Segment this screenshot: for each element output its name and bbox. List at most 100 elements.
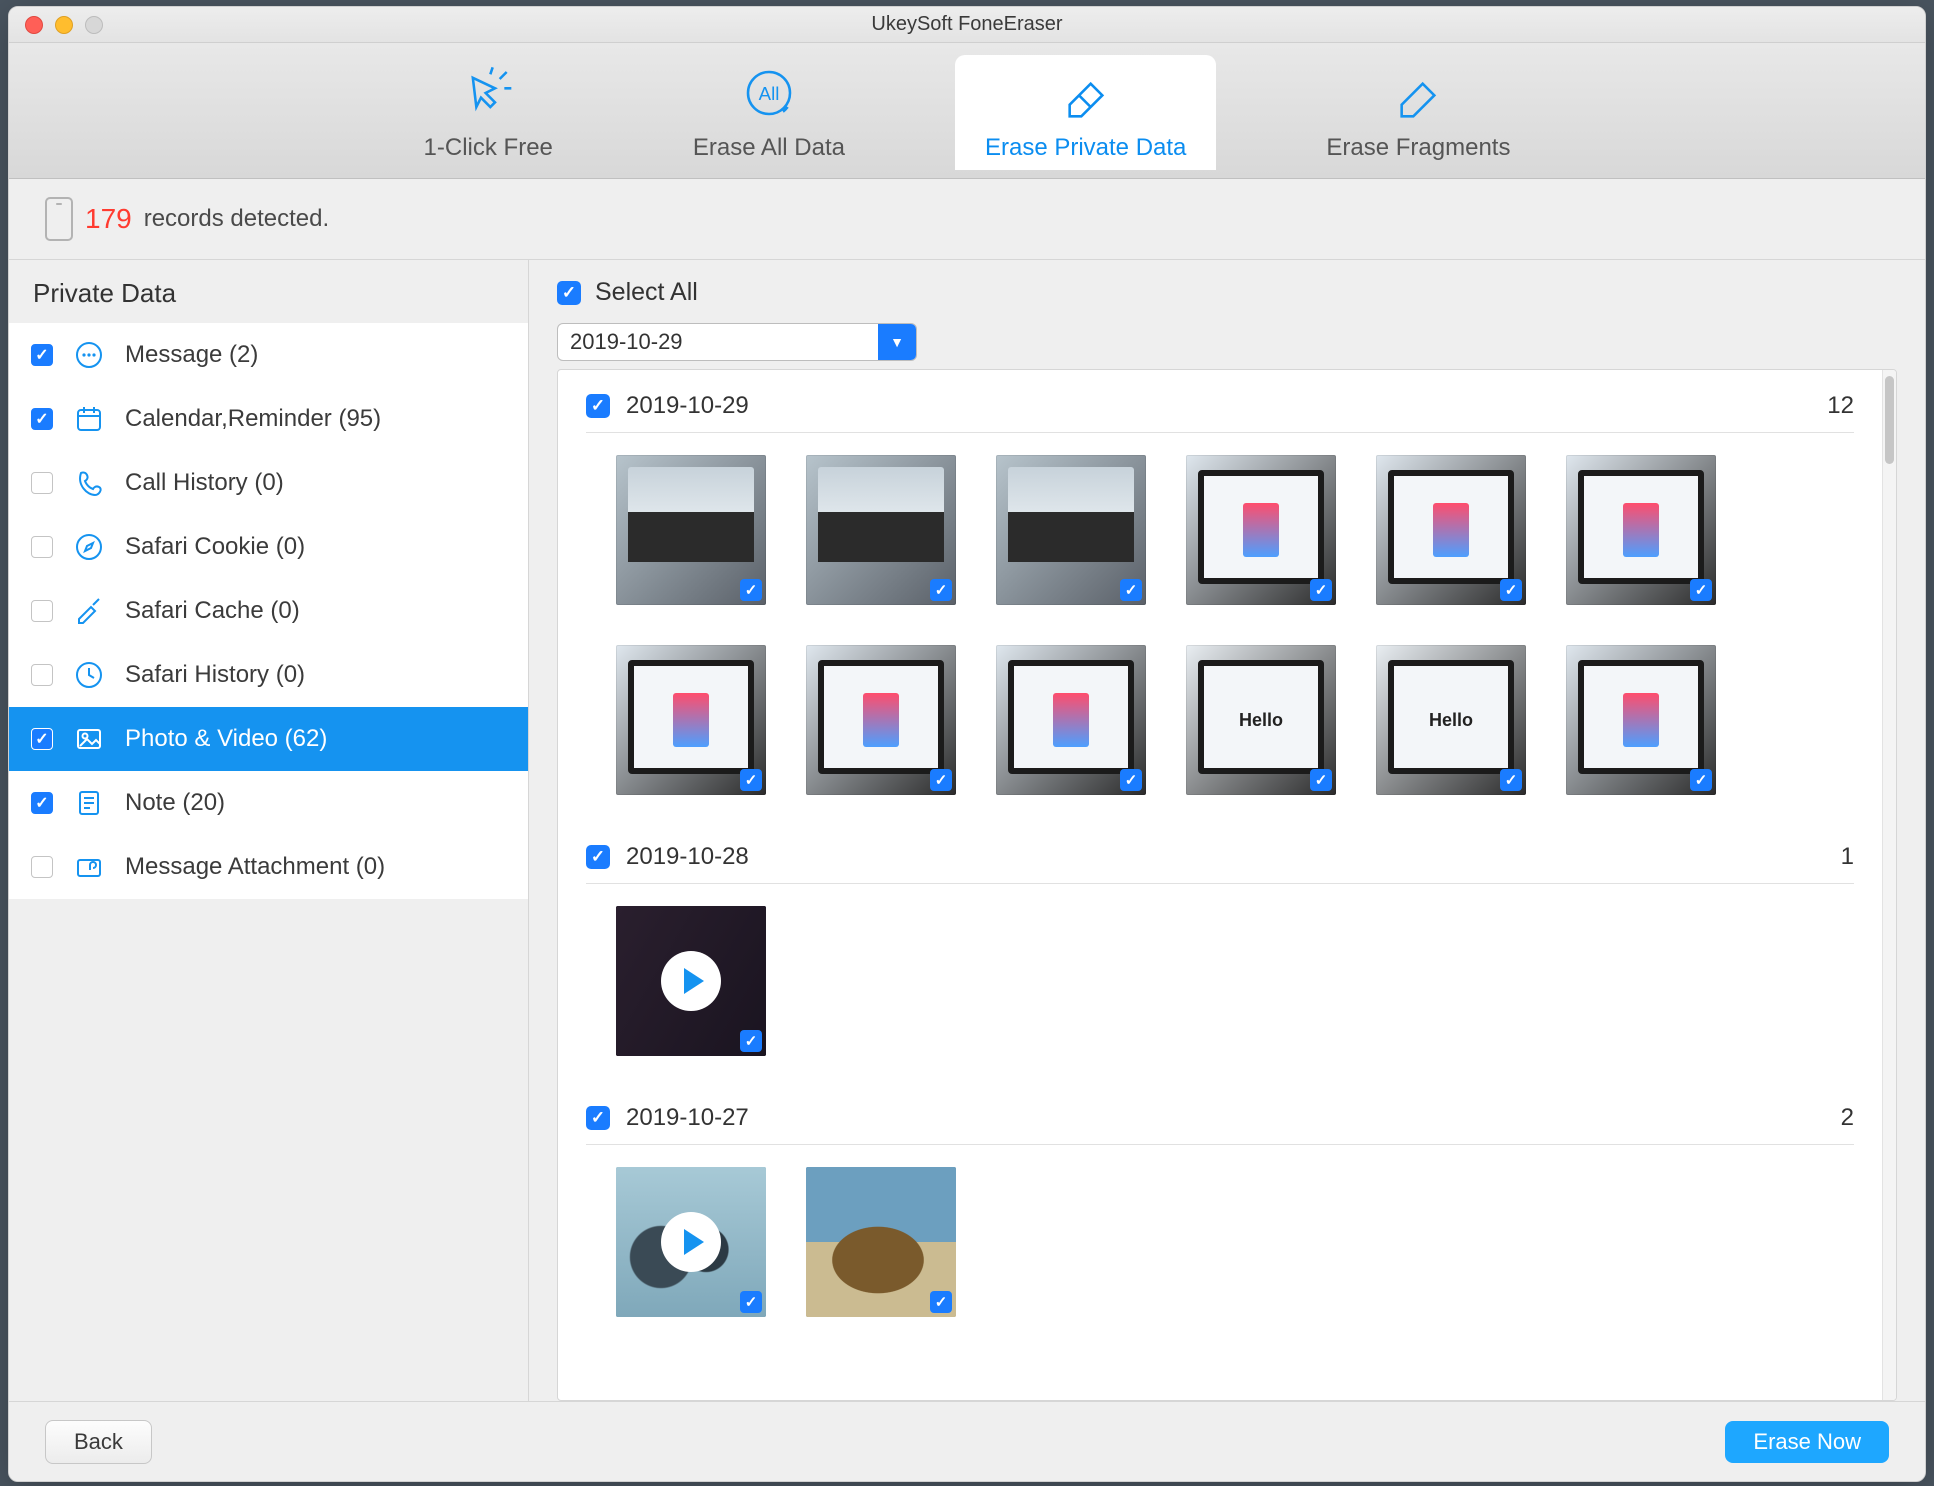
group-thumbnails [586, 884, 1854, 1078]
sidebar-item-label: Photo & Video (62) [125, 725, 506, 753]
back-button[interactable]: Back [45, 1420, 152, 1464]
play-icon [661, 951, 721, 1011]
sidebar-item-7[interactable]: Note (20) [9, 771, 528, 835]
eraser-fragments-icon [1390, 65, 1446, 126]
message-icon [71, 339, 107, 371]
tab-erase-fragments[interactable]: Erase Fragments [1296, 55, 1540, 170]
group-checkbox[interactable] [586, 394, 610, 418]
thumbnail-area: 2019-10-29122019-10-2812019-10-272 [557, 369, 1897, 1401]
thumbnail-checkbox[interactable] [740, 579, 762, 601]
scrollbar[interactable] [1882, 370, 1896, 1400]
records-bar: 179 records detected. [9, 179, 1925, 260]
sidebar-item-label: Message Attachment (0) [125, 853, 506, 881]
main-tabs: 1-Click Free All Erase All Data Erase Pr… [9, 43, 1925, 179]
select-all-checkbox[interactable] [557, 281, 581, 305]
sidebar-item-6[interactable]: Photo & Video (62) [9, 707, 528, 771]
tab-erase-private-data[interactable]: Erase Private Data [955, 55, 1216, 170]
play-icon [661, 1212, 721, 1272]
attachment-icon [71, 851, 107, 883]
thumbnail-checkbox[interactable] [1120, 769, 1142, 791]
sidebar-item-checkbox[interactable] [31, 856, 53, 878]
phone-icon [45, 197, 73, 241]
sidebar-item-2[interactable]: Call History (0) [9, 451, 528, 515]
calendar-icon [71, 403, 107, 435]
sidebar-list: Message (2) Calendar,Reminder (95) Call Hi… [9, 323, 528, 899]
footer: Back Erase Now [9, 1401, 1925, 1481]
sidebar-item-3[interactable]: Safari Cookie (0) [9, 515, 528, 579]
thumbnail-checkbox[interactable] [1310, 769, 1332, 791]
eraser-private-icon [1058, 65, 1114, 126]
date-filter-value: 2019-10-29 [558, 324, 878, 360]
sidebar-item-8[interactable]: Message Attachment (0) [9, 835, 528, 899]
thumbnail-checkbox[interactable] [1500, 579, 1522, 601]
thumbnail-checkbox[interactable] [930, 769, 952, 791]
group-checkbox[interactable] [586, 845, 610, 869]
thumbnail-checkbox[interactable] [1500, 769, 1522, 791]
thumbnail[interactable] [996, 455, 1146, 605]
sidebar-item-checkbox[interactable] [31, 344, 53, 366]
thumbnail[interactable] [616, 455, 766, 605]
sidebar-item-4[interactable]: Safari Cache (0) [9, 579, 528, 643]
chevron-down-icon: ▼ [878, 324, 916, 360]
thumbnail-scroll[interactable]: 2019-10-29122019-10-2812019-10-272 [558, 370, 1882, 1400]
tab-1-click-free[interactable]: 1-Click Free [394, 55, 583, 170]
sidebar-item-checkbox[interactable] [31, 792, 53, 814]
group-thumbnails [586, 1145, 1854, 1339]
sidebar-item-checkbox[interactable] [31, 664, 53, 686]
tab-erase-all-data[interactable]: All Erase All Data [663, 55, 875, 170]
thumbnail[interactable] [1566, 455, 1716, 605]
erase-now-button[interactable]: Erase Now [1725, 1421, 1889, 1463]
sidebar-item-label: Safari Cache (0) [125, 597, 506, 625]
thumbnail[interactable] [616, 645, 766, 795]
compass-icon [71, 531, 107, 563]
thumbnail-checkbox[interactable] [1690, 579, 1712, 601]
sidebar-item-label: Note (20) [125, 789, 506, 817]
sidebar-item-label: Calendar,Reminder (95) [125, 405, 506, 433]
records-text: records detected. [144, 205, 329, 233]
select-all-label: Select All [595, 278, 698, 307]
thumbnail-checkbox[interactable] [740, 1291, 762, 1313]
sidebar-item-0[interactable]: Message (2) [9, 323, 528, 387]
sidebar-item-checkbox[interactable] [31, 728, 53, 750]
thumbnail[interactable] [996, 645, 1146, 795]
thumbnail-checkbox[interactable] [1310, 579, 1332, 601]
group-date: 2019-10-27 [626, 1104, 1825, 1132]
thumbnail-checkbox[interactable] [740, 1030, 762, 1052]
sidebar-item-checkbox[interactable] [31, 472, 53, 494]
photo-group: 2019-10-2912 [586, 384, 1854, 817]
sidebar-item-5[interactable]: Safari History (0) [9, 643, 528, 707]
main-pane: Select All 2019-10-29 ▼ 2019-10-29122019… [529, 260, 1925, 1401]
thumbnail[interactable] [616, 1167, 766, 1317]
thumbnail[interactable] [806, 645, 956, 795]
svg-text:All: All [759, 83, 780, 104]
group-count: 2 [1841, 1104, 1854, 1132]
sidebar-item-checkbox[interactable] [31, 536, 53, 558]
group-checkbox[interactable] [586, 1106, 610, 1130]
sidebar-item-label: Message (2) [125, 341, 506, 369]
brush-icon [71, 595, 107, 627]
thumbnail[interactable] [1186, 645, 1336, 795]
thumbnail[interactable] [806, 1167, 956, 1317]
photo-group: 2019-10-27 2 [586, 1096, 1854, 1339]
thumbnail-checkbox[interactable] [930, 579, 952, 601]
cursor-click-icon [460, 65, 516, 126]
thumbnail-checkbox[interactable] [740, 769, 762, 791]
group-count: 1 [1841, 843, 1854, 871]
content-body: Private Data Message (2)Calendar,Reminde… [9, 260, 1925, 1401]
thumbnail-checkbox[interactable] [1690, 769, 1712, 791]
thumbnail[interactable] [616, 906, 766, 1056]
app-window: UkeySoft FoneEraser 1-Click Free All Era… [8, 6, 1926, 1482]
sidebar-item-checkbox[interactable] [31, 600, 53, 622]
records-count: 179 [85, 203, 132, 235]
thumbnail[interactable] [1566, 645, 1716, 795]
thumbnail[interactable] [1376, 645, 1526, 795]
thumbnail[interactable] [806, 455, 956, 605]
thumbnail-checkbox[interactable] [930, 1291, 952, 1313]
thumbnail[interactable] [1186, 455, 1336, 605]
thumbnail-checkbox[interactable] [1120, 579, 1142, 601]
call-icon [71, 467, 107, 499]
date-filter-select[interactable]: 2019-10-29 ▼ [557, 323, 917, 361]
sidebar-item-checkbox[interactable] [31, 408, 53, 430]
sidebar-item-1[interactable]: Calendar,Reminder (95) [9, 387, 528, 451]
thumbnail[interactable] [1376, 455, 1526, 605]
